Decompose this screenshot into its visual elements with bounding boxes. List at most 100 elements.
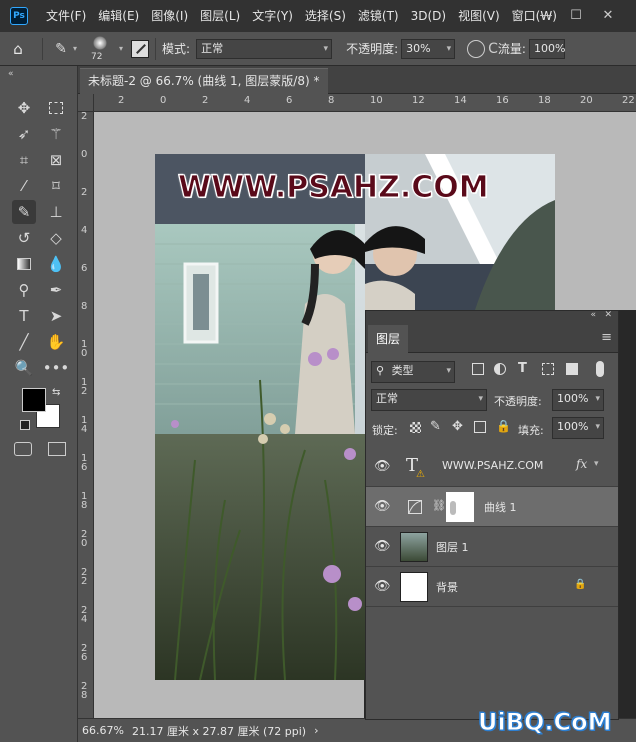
brush-size-picker[interactable]: 72 [85,34,119,64]
filter-toggle-icon[interactable] [596,361,604,377]
chevron-down-icon[interactable]: ▾ [73,44,77,53]
mode-select[interactable]: 正常 ▾ [196,38,333,59]
ruler-tick-label: 2 6 [81,643,88,663]
lock-all-icon[interactable]: 🔒 [496,419,511,433]
type-filter-icon[interactable]: T [518,361,527,376]
document-tab[interactable]: 未标题-2 @ 66.7% (曲线 1, 图层蒙版/8) * × [80,68,328,94]
psahz-watermark: WWW.PSAHZ.COM [178,170,490,206]
frame-tool-icon[interactable]: ⊠ [44,148,68,172]
minimize-button[interactable]: — [532,0,560,32]
menu-item[interactable]: 选择(S) [299,0,352,32]
fill-value: 100% [557,420,589,433]
menu-item[interactable]: 滤镜(T) [352,0,405,32]
marquee-tool-icon[interactable] [44,96,68,120]
tab-layers[interactable]: 图层 [368,325,409,353]
brush-tool-preset-icon[interactable]: ✎ [49,41,73,57]
default-colors-icon[interactable] [20,420,30,430]
blend-mode-value: 正常 [376,392,398,405]
zoom-tool-icon[interactable]: 🔍 [12,356,36,380]
layer-thumbnail [400,532,428,562]
opacity-input[interactable]: 30% ▾ [401,38,456,59]
ruler-tick-label: 8 [328,95,335,106]
brush-panel-icon[interactable] [131,39,150,58]
crop-tool-icon[interactable]: ⌗ [12,148,36,172]
link-chain-icon[interactable]: ⛓ [432,499,446,512]
dodge-tool-icon[interactable]: ⚲ [12,278,36,302]
menu-item[interactable]: 图像(I) [145,0,194,32]
chevron-down-icon[interactable]: ▾ [594,459,599,469]
visibility-eye-icon[interactable]: 👁 [374,459,391,475]
lock-artboard-icon[interactable] [474,421,486,433]
pixel-filter-icon[interactable] [472,363,484,375]
menu-item[interactable]: 编辑(E) [92,0,145,32]
collapse-panel-icon[interactable]: « [590,310,596,320]
menu-item[interactable]: 文件(F) [40,0,92,32]
panel-menu-icon[interactable]: ≡ [601,330,612,345]
stamp-tool-icon[interactable]: ⊥ [44,200,68,224]
hand-tool-icon[interactable]: ✋ [44,330,68,354]
layer-row-background[interactable]: 👁 背景 🔒 [366,567,618,607]
pressure-opacity-icon[interactable] [467,39,486,58]
pen-tool-icon[interactable]: ✒ [44,278,68,302]
horizontal-ruler[interactable]: 2 0 2 4 6 8 10 12 14 16 18 20 22 [94,94,636,112]
zoom-level[interactable]: 66.67% [82,724,124,737]
visibility-eye-icon[interactable]: 👁 [374,579,391,595]
shape-filter-icon[interactable] [542,363,554,375]
swap-colors-icon[interactable]: ⇆ [52,387,60,398]
layer-row-image[interactable]: 👁 图层 1 [366,527,618,567]
opacity-value: 30% [406,41,431,55]
line-tool-icon[interactable]: ╱ [12,330,36,354]
layer-blend-mode-select[interactable]: 正常 ▾ [371,389,487,411]
visibility-eye-icon[interactable]: 👁 [374,539,391,555]
layer-mask-thumbnail[interactable] [446,492,474,522]
airbrush-icon[interactable]: C [488,41,498,57]
layer-name: 曲线 1 [484,501,517,514]
maximize-button[interactable]: ☐ [562,0,590,32]
fill-input[interactable]: 100% ▾ [552,417,604,439]
type-tool-icon[interactable]: T [12,304,36,328]
close-panel-icon[interactable]: ✕ [604,310,612,320]
visibility-eye-icon[interactable]: 👁 [374,499,391,515]
layer-row-curves[interactable]: 👁 ⛓ 曲线 1 [366,487,618,527]
close-window-button[interactable]: ✕ [594,0,622,32]
brush-tool-icon[interactable]: ✎ [12,200,36,224]
lock-position-icon[interactable]: ✥ [452,419,463,434]
patch-tool-icon[interactable]: ⌑ [44,174,68,198]
chevron-down-icon[interactable]: ▾ [119,44,123,53]
layer-row-text[interactable]: 👁 T ⚠ WWW.PSAHZ.COM fx ▾ [366,447,618,487]
blur-tool-icon[interactable]: 💧 [44,252,68,276]
eyedropper-tool-icon[interactable]: ⁄ [12,174,36,198]
smart-object-filter-icon[interactable] [566,363,578,375]
layer-opacity-input[interactable]: 100% ▾ [552,389,604,411]
lasso-tool-icon[interactable]: ➶ [12,122,36,146]
gradient-tool-icon[interactable] [12,252,36,276]
lock-transparent-icon[interactable] [410,422,421,433]
path-selection-tool-icon[interactable]: ➤ [44,304,68,328]
document-photo[interactable] [155,154,365,680]
adjustment-filter-icon[interactable] [494,363,506,375]
history-brush-tool-icon[interactable]: ↺ [12,226,36,250]
menu-item[interactable]: 图层(L) [194,0,246,32]
home-icon[interactable]: ⌂ [0,40,36,58]
ruler-tick-label: 1 2 [81,377,88,397]
lock-pixels-icon[interactable]: ✎ [430,419,441,434]
more-tools-icon[interactable]: ••• [43,356,70,380]
flow-input[interactable]: 100% [528,38,565,59]
status-menu-arrow[interactable]: › [314,724,318,737]
menu-item[interactable]: 3D(D) [405,0,452,32]
mode-label: 模式: [162,42,191,56]
foreground-color-swatch[interactable] [22,388,46,412]
menu-item[interactable]: 视图(V) [452,0,506,32]
magic-wand-tool-icon[interactable]: ⚚ [44,122,68,146]
quick-mask-icon[interactable] [14,442,32,456]
menu-item[interactable]: 文字(Y) [246,0,299,32]
move-tool-icon[interactable]: ✥ [12,96,36,120]
vertical-ruler[interactable]: 2 0 2 4 6 8 1 0 1 2 1 4 1 6 1 8 2 0 2 2 2 4 2 6 2 8 [78,112,94,718]
fx-icon[interactable]: fx [576,457,587,471]
layer-filter-select[interactable]: ⚲ 类型 ▾ [371,361,455,383]
panel-header-strip: « ✕ [366,310,618,325]
collapse-tools-icon[interactable]: « [8,69,14,79]
eraser-tool-icon[interactable]: ◇ [44,226,68,250]
soft-brush-icon [93,35,108,50]
screen-mode-icon[interactable] [48,442,66,456]
